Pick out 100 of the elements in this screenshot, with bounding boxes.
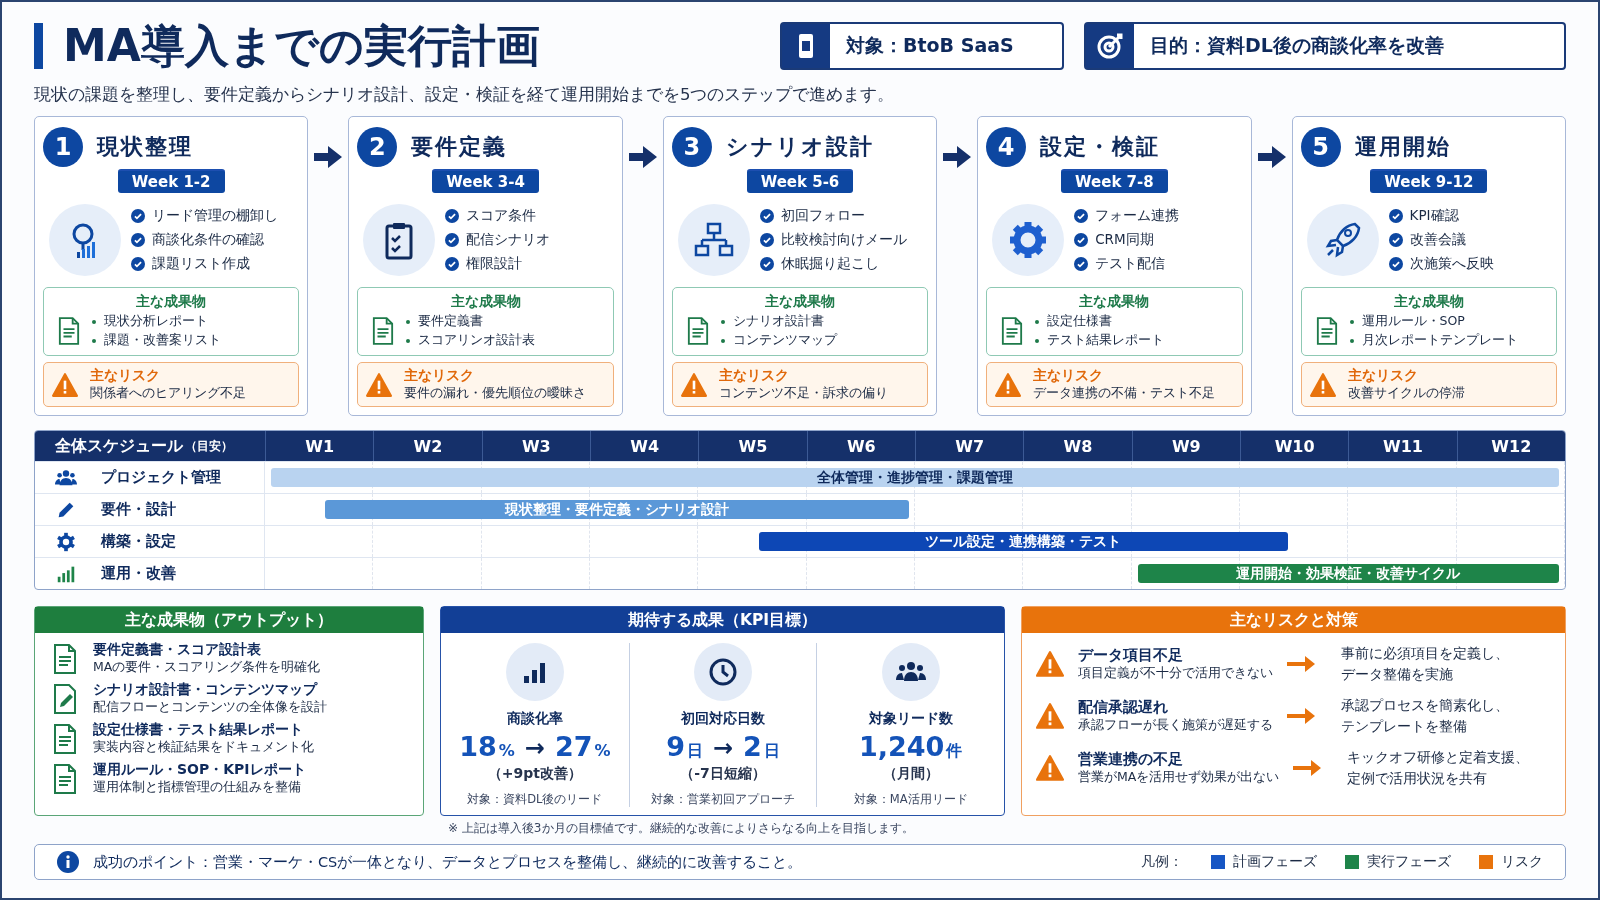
check-icon bbox=[759, 233, 774, 247]
arrow-icon bbox=[1293, 759, 1322, 776]
week-header: W9 bbox=[1131, 431, 1240, 461]
legend-text: リスク bbox=[1501, 853, 1543, 871]
week-header: W3 bbox=[481, 431, 590, 461]
check-icon bbox=[445, 209, 460, 223]
check-icon bbox=[1388, 209, 1403, 223]
deliverable-item: 月次レポートテンプレート bbox=[1361, 332, 1518, 349]
week-header: W1 bbox=[265, 431, 374, 461]
check-icon bbox=[1388, 257, 1403, 271]
kpi-target: 対象：MA活用リード bbox=[853, 792, 968, 807]
gantt-bar: ツール設定・連携構築・テスト bbox=[758, 532, 1289, 551]
risk-text: 関係者へのヒアリング不足 bbox=[90, 385, 246, 402]
bullet-dot bbox=[720, 338, 725, 343]
warning-icon bbox=[995, 372, 1022, 397]
deliverables-title: 主な成果物 bbox=[1078, 293, 1151, 311]
task-text: CRM同期 bbox=[1095, 231, 1154, 249]
warning-icon bbox=[1036, 650, 1064, 677]
week-header: W7 bbox=[915, 431, 1024, 461]
info-icon bbox=[57, 851, 79, 873]
deliverable-item: 設定仕様書 bbox=[1047, 313, 1113, 330]
warning-icon bbox=[1036, 702, 1064, 729]
week-label: Week 3-4 bbox=[432, 169, 539, 193]
warning-icon bbox=[1309, 372, 1336, 397]
warning-icon bbox=[1036, 754, 1064, 781]
step-title: 要件定義 bbox=[411, 133, 508, 161]
countermeasure-text: 事前に必須項目を定義し、 データ整備を実施 bbox=[1341, 644, 1510, 684]
risk-title: 営業連携の不足 bbox=[1078, 749, 1184, 769]
bullet-dot bbox=[92, 319, 96, 324]
output-description: 配信フローとコンテンツの全体像を設計 bbox=[93, 699, 327, 716]
task-text: 休眠掘り起こし bbox=[780, 255, 879, 273]
warning-icon bbox=[52, 372, 78, 397]
target-icon bbox=[1096, 32, 1124, 60]
check-icon bbox=[1388, 233, 1403, 247]
deliverable-item: コンテンツマップ bbox=[732, 332, 837, 349]
row-label: 運用・改善 bbox=[101, 564, 176, 583]
warning-icon bbox=[680, 372, 707, 397]
tip-text: 成功のポイント：営業・マーケ・CSが一体となり、データとプロセスを整備し、継続的に改善すること。 bbox=[93, 852, 804, 872]
deliverables-title: 主な成果物 bbox=[449, 293, 522, 311]
output-title: 要件定義書・スコア設計表 bbox=[93, 641, 262, 659]
week-label: Week 5-6 bbox=[746, 169, 854, 193]
check-icon bbox=[131, 257, 145, 271]
step-number: 3 bbox=[671, 127, 712, 167]
step-title: シナリオ設計 bbox=[725, 133, 874, 161]
step-number: 1 bbox=[43, 127, 83, 167]
arrow-icon bbox=[1287, 655, 1315, 672]
deliverable-item: 運用ルール・SOP bbox=[1361, 313, 1465, 330]
gantt-bar: 現状整理・要件定義・シナリオ設計 bbox=[325, 500, 909, 519]
task-text: 権限設計 bbox=[466, 255, 523, 273]
task-text: 比較検討向けメール bbox=[780, 231, 907, 249]
task-text: テスト配信 bbox=[1095, 255, 1166, 273]
deliverable-item: 現状分析レポート bbox=[104, 313, 208, 330]
risk-title: 主なリスク bbox=[718, 367, 790, 385]
document-icon bbox=[53, 763, 77, 794]
bullet-dot bbox=[406, 319, 411, 324]
arrow-icon bbox=[943, 146, 972, 168]
step-title: 設定・検証 bbox=[1040, 133, 1161, 161]
gantt-bar: 運用開始・効果検証・改善サイクル bbox=[1137, 564, 1559, 583]
kpi-label: 対象リード数 bbox=[868, 710, 953, 728]
bullet-dot bbox=[720, 319, 725, 324]
document-icon bbox=[686, 317, 709, 345]
document-icon bbox=[372, 317, 395, 345]
week-header: W4 bbox=[590, 431, 699, 461]
arrow-icon bbox=[1287, 707, 1315, 724]
document-icon bbox=[58, 317, 80, 345]
step-number: 2 bbox=[357, 127, 398, 167]
panel-title: 主なリスクと対策 bbox=[1022, 607, 1565, 633]
risk-title: 主なリスク bbox=[1347, 367, 1419, 385]
week-header: W12 bbox=[1456, 431, 1565, 461]
week-header: W8 bbox=[1023, 431, 1132, 461]
output-title: 運用ルール・SOP・KPIレポート bbox=[93, 761, 306, 779]
check-icon bbox=[1074, 233, 1089, 247]
kpi-value: 9 日 → 2 日 bbox=[666, 731, 780, 762]
task-text: スコア条件 bbox=[466, 207, 537, 225]
risk-text: 要件の漏れ・優先順位の曖昧さ bbox=[404, 385, 587, 402]
risk-title: データ項目不足 bbox=[1078, 645, 1184, 665]
week-header: W6 bbox=[806, 431, 915, 461]
step-number: 4 bbox=[986, 127, 1027, 167]
arrow-icon bbox=[314, 146, 343, 168]
document-icon bbox=[53, 643, 77, 674]
deliverables-title: 主な成果物 bbox=[764, 293, 836, 311]
kpi-target: 対象：営業初回アプローチ bbox=[651, 792, 795, 807]
kpi-label: 初回対応日数 bbox=[681, 710, 765, 728]
check-icon bbox=[1074, 209, 1089, 223]
row-label: プロジェクト管理 bbox=[101, 468, 221, 487]
task-text: 次施策へ反映 bbox=[1409, 255, 1494, 273]
subtitle: 現状の課題を整理し、要件定義からシナリオ設計、設定・検証を経て運用開始までを5つのステップで進めます。 bbox=[34, 84, 896, 106]
info-tag: 対象：BtoB SaaS bbox=[780, 22, 1064, 70]
output-description: MAの要件・スコアリング条件を明確化 bbox=[93, 659, 321, 676]
step-number: 5 bbox=[1300, 127, 1341, 167]
risk-description: 承認フローが長く施策が遅延する bbox=[1078, 716, 1273, 734]
bullet-dot bbox=[92, 338, 96, 343]
page-title: MA導入までの実行計画 bbox=[34, 23, 760, 69]
deliverable-item: シナリオ設計書 bbox=[732, 313, 824, 330]
countermeasure-text: キックオフ研修と定着支援、 定例で活用状況を共有 bbox=[1347, 747, 1531, 788]
risk-text: コンテンツ不足・訴求の偏り bbox=[718, 385, 888, 402]
kpi-value: 1,240件 bbox=[858, 731, 963, 762]
document-icon bbox=[1001, 317, 1024, 345]
week-header: W2 bbox=[373, 431, 482, 461]
deliverable-item: 要件定義書 bbox=[418, 313, 484, 330]
